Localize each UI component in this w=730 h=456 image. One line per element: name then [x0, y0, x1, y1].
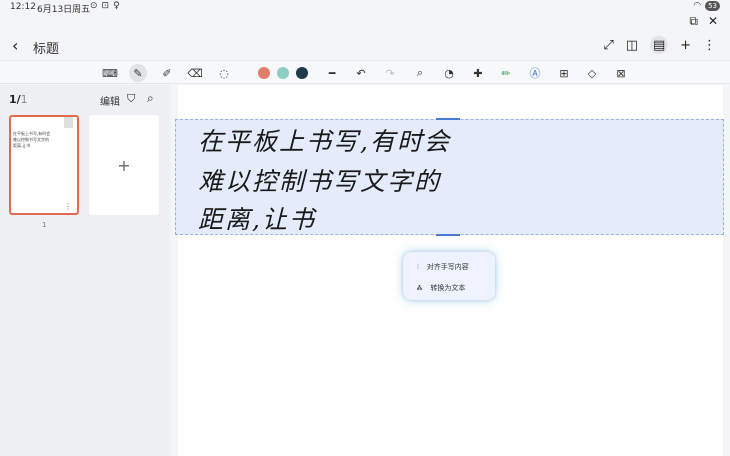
handwriting-line-1: 在平板上书写,有时会 — [198, 127, 451, 156]
align-icon: ⫶ — [417, 262, 419, 271]
battery-indicator: 53 — [705, 1, 720, 11]
bookmark-icon[interactable]: ⛉ — [127, 92, 135, 106]
title-bar: ⧉ ✕ ‹ 标题 ⤢ ◫ ▤ + ⋮ — [0, 14, 730, 60]
redo-icon[interactable]: ↷ — [381, 64, 399, 82]
page-sidebar: 1/1 编辑 ⛉ ⌕ 在平板上书写,有时会 难以控制书写文字的 距离,让书 ⋮ … — [0, 85, 170, 456]
thumbnail-more-icon[interactable]: ⋮ — [64, 202, 72, 211]
lasso-icon[interactable]: ◌ — [215, 64, 233, 82]
drawing-toolbar: ⌨ ✎ ✐ ⌫ ◌ ━ ↶ ↷ ⌕ ◔ ✚ ✏ Ⓐ ⊞ ◇ ⊠ — [0, 60, 730, 84]
pen-add-icon[interactable]: ✚ — [469, 64, 487, 82]
status-time: 12:12 — [10, 2, 36, 12]
color-swatch-teal[interactable] — [277, 67, 289, 79]
text-convert-icon: Ꮬ — [417, 283, 423, 292]
pen-icon[interactable]: ✎ — [129, 64, 147, 82]
lock-icon[interactable]: ⊠ — [612, 64, 630, 82]
thumbnail-preview: 在平板上书写,有时会 难以控制书写文字的 距离,让书 — [13, 131, 51, 148]
selection-handle-top[interactable] — [436, 118, 460, 120]
undo-icon[interactable]: ↶ — [352, 64, 370, 82]
page-thumbnail[interactable]: 在平板上书写,有时会 难以控制书写文字的 距离,让书 ⋮ — [9, 115, 79, 215]
convert-to-text-option[interactable]: Ꮬ 转换为文本 — [417, 283, 465, 293]
thumbnail-bookmark-icon — [64, 117, 73, 128]
bulb-icon: ♀ — [113, 1, 120, 11]
shape-icon[interactable]: ◔ — [440, 64, 458, 82]
add-icon[interactable]: + — [680, 38, 691, 53]
keyboard-icon[interactable]: ⌨ — [101, 64, 119, 82]
page-number: 1 — [42, 221, 47, 229]
close-icon[interactable]: ✕ — [708, 14, 718, 29]
search-icon[interactable]: ⌕ — [147, 91, 154, 106]
stroke-width-icon[interactable]: ━ — [323, 64, 341, 82]
shapes-icon[interactable]: ◇ — [583, 64, 601, 82]
book-view-icon[interactable]: ◫ — [626, 38, 638, 53]
handwriting-action-popup: ⫶ 对齐手写内容 Ꮬ 转换为文本 — [403, 252, 495, 300]
page-layout-icon[interactable]: ▤ — [650, 36, 669, 54]
wifi-icon: ◠ — [693, 1, 702, 11]
edit-button[interactable]: 编辑 — [100, 93, 120, 108]
floating-window-icon[interactable]: ⧉ — [689, 14, 698, 29]
status-bar: 12:12 6月13日周五 ⊙ ⊡ ♀ ◠ 53 — [0, 0, 730, 15]
text-box-icon[interactable]: ⊞ — [555, 64, 573, 82]
color-swatch-navy[interactable] — [296, 67, 308, 79]
align-handwriting-option[interactable]: ⫶ 对齐手写内容 — [417, 262, 469, 272]
eraser-icon[interactable]: ⌫ — [186, 64, 204, 82]
fullscreen-icon[interactable]: ⤢ — [603, 38, 613, 53]
handwriting-line-3: 距离,让书 — [198, 205, 316, 234]
add-page-button[interactable]: + — [89, 115, 159, 215]
note-title[interactable]: 标题 — [33, 38, 59, 57]
location-icon: ⊙ — [90, 1, 98, 11]
handwriting-selection[interactable]: 在平板上书写,有时会 难以控制书写文字的 距离,让书 — [175, 118, 724, 236]
text-style-icon[interactable]: Ⓐ — [526, 64, 544, 82]
back-button[interactable]: ‹ — [12, 36, 18, 55]
highlighter-icon[interactable]: ✐ — [158, 64, 176, 82]
zoom-pen-icon[interactable]: ⌕ — [411, 64, 429, 82]
more-menu-icon[interactable]: ⋮ — [703, 38, 716, 53]
page-counter: 1/1 — [9, 93, 28, 106]
handwriting-line-2: 难以控制书写文字的 — [198, 167, 442, 196]
color-swatch-salmon[interactable] — [258, 67, 270, 79]
selection-handle-bottom[interactable] — [436, 234, 460, 236]
marker-icon[interactable]: ✏ — [497, 64, 515, 82]
scan-icon: ⊡ — [101, 1, 110, 11]
